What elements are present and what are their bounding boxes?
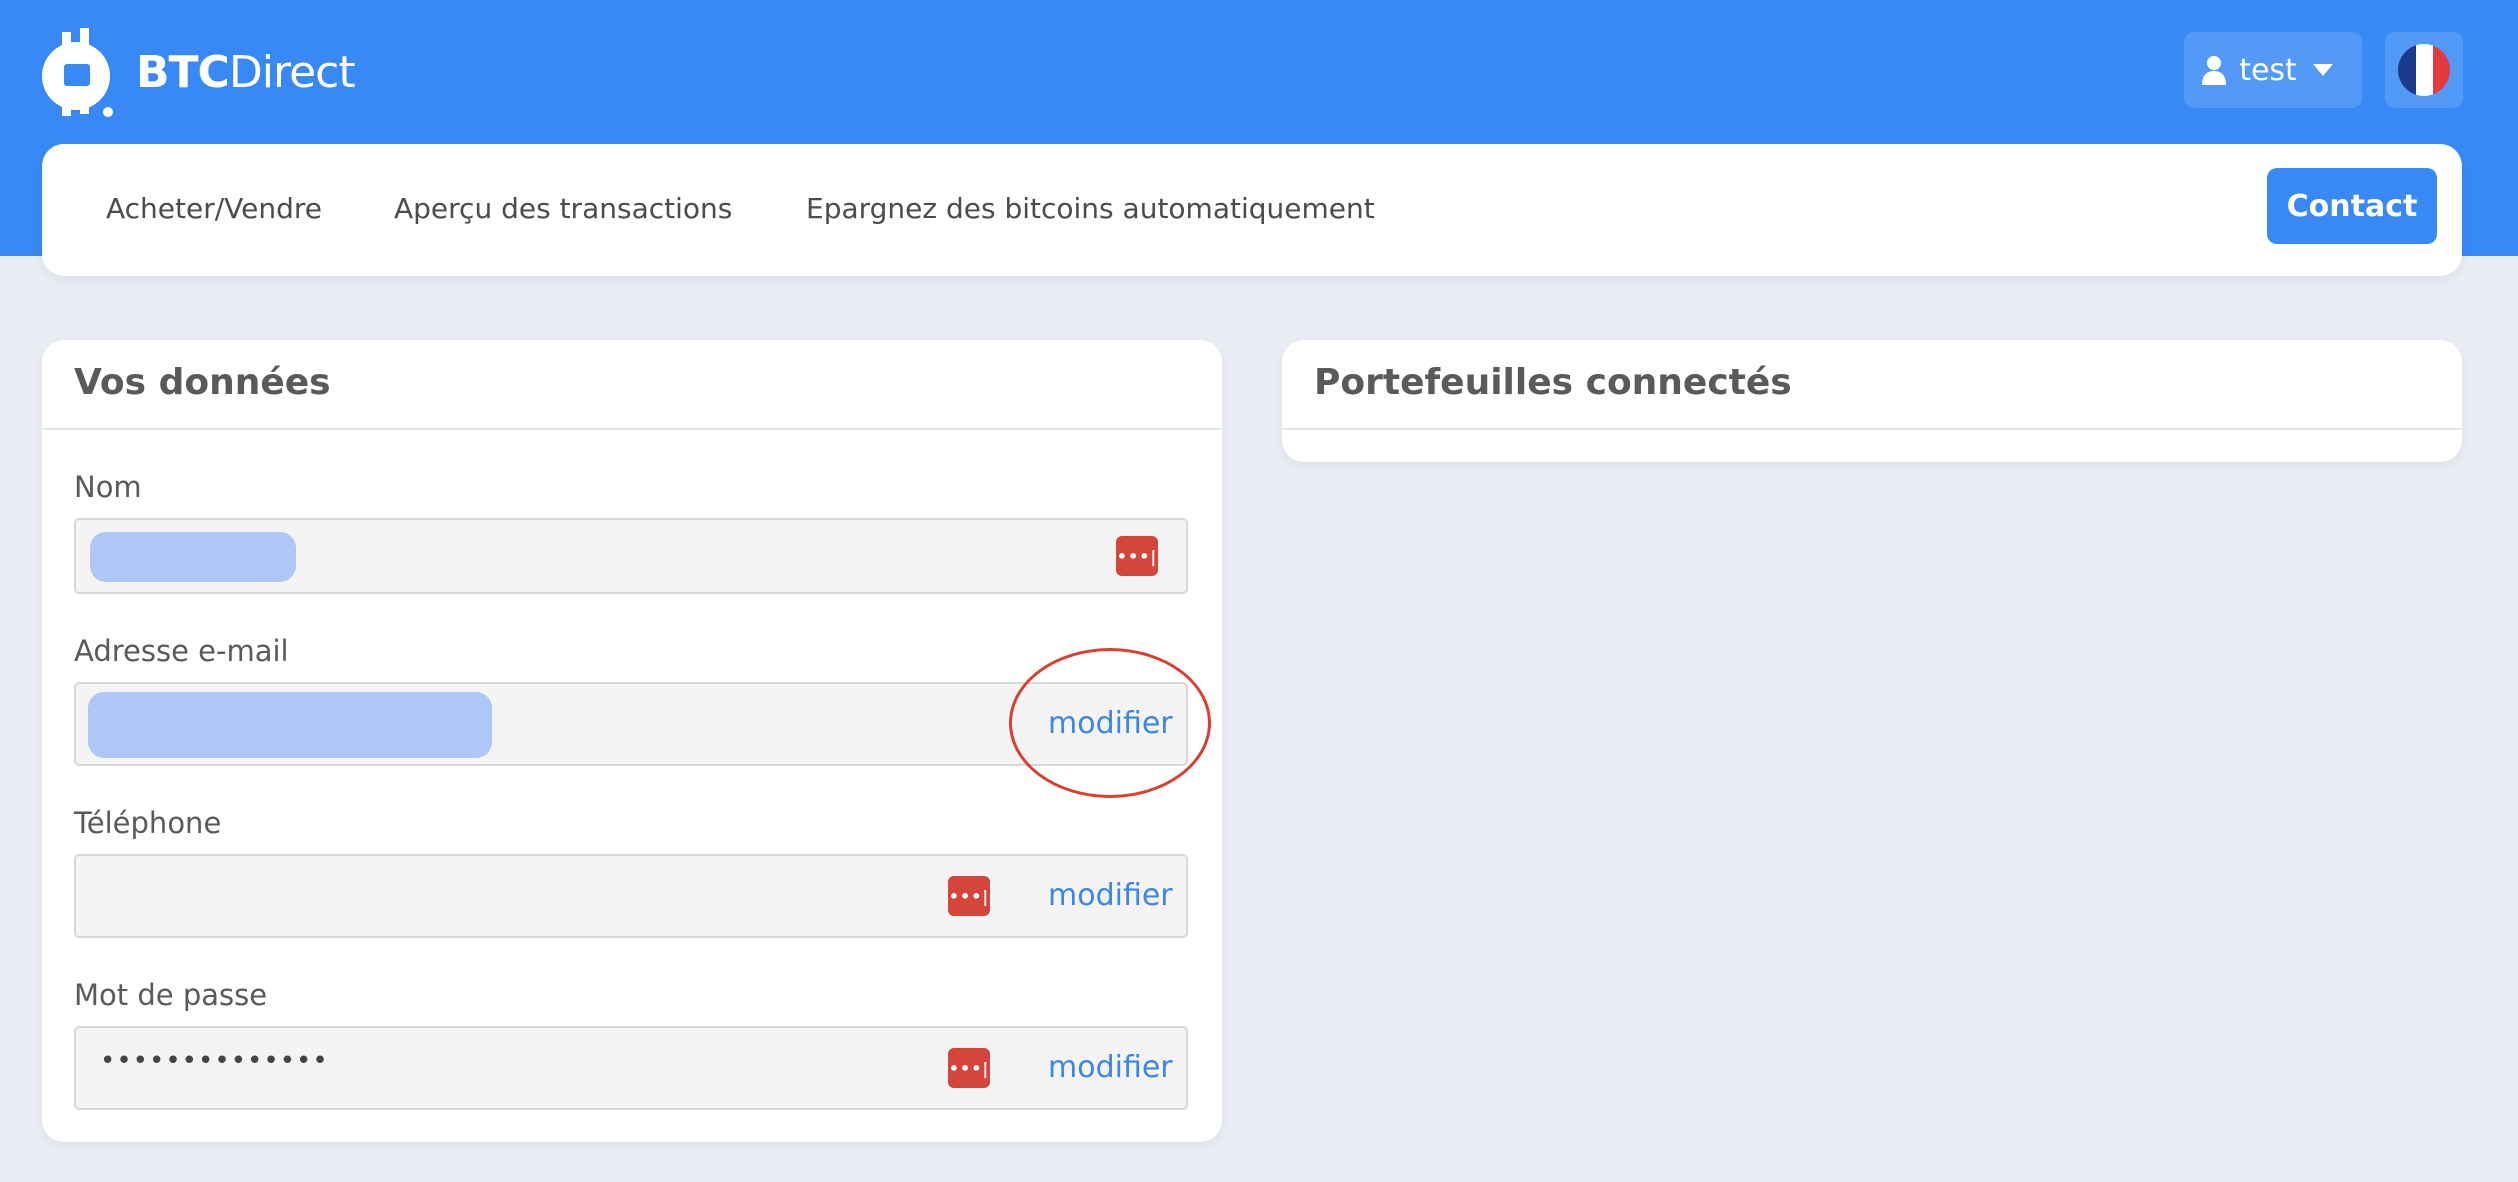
caret-down-icon [2312,64,2333,76]
user-menu-button[interactable]: test [2184,32,2362,108]
main-navigation: Acheter/Vendre Aperçu des transactions E… [42,144,2462,276]
redacted-name [90,532,296,582]
divider [1282,428,2462,430]
password-manager-icon[interactable]: •••| [948,1048,990,1088]
language-button[interactable] [2385,32,2463,108]
profile-card: Vos données Nom •••| Adresse e-mail modi… [42,340,1222,1142]
nav-transactions[interactable]: Aperçu des transactions [394,192,732,225]
nav-buy-sell[interactable]: Acheter/Vendre [106,192,322,225]
contact-button[interactable]: Contact [2267,168,2437,244]
btcdirect-logo-icon [42,28,113,117]
brand-name: BTCDirect [136,46,356,98]
password-manager-icon[interactable]: •••| [948,876,990,916]
phone-field[interactable]: •••| modifier [74,854,1188,938]
divider [42,428,1222,430]
profile-title: Vos données [74,362,331,403]
password-label: Mot de passe [74,978,268,1012]
email-modify-link[interactable]: modifier [1048,706,1173,741]
name-field[interactable]: •••| [74,518,1188,594]
user-name: test [2239,52,2297,88]
password-field[interactable]: •••••••••••••• •••| modifier [74,1026,1188,1110]
password-modify-link[interactable]: modifier [1048,1050,1173,1085]
phone-modify-link[interactable]: modifier [1048,878,1173,913]
email-field[interactable]: modifier [74,682,1188,766]
password-manager-icon[interactable]: •••| [1116,536,1158,576]
redacted-email [88,692,492,758]
btcdirect-logo[interactable]: BTCDirect [40,24,356,120]
wallets-card: Portefeuilles connectés [1282,340,2462,462]
france-flag-icon [2398,44,2450,96]
wallets-title: Portefeuilles connectés [1314,362,1792,403]
phone-label: Téléphone [74,806,222,840]
password-value: •••••••••••••• [100,1046,329,1076]
user-icon [2202,56,2227,85]
email-label: Adresse e-mail [74,634,289,668]
name-label: Nom [74,470,142,504]
nav-auto-savings[interactable]: Epargnez des bitcoins automatiquement [806,192,1375,225]
